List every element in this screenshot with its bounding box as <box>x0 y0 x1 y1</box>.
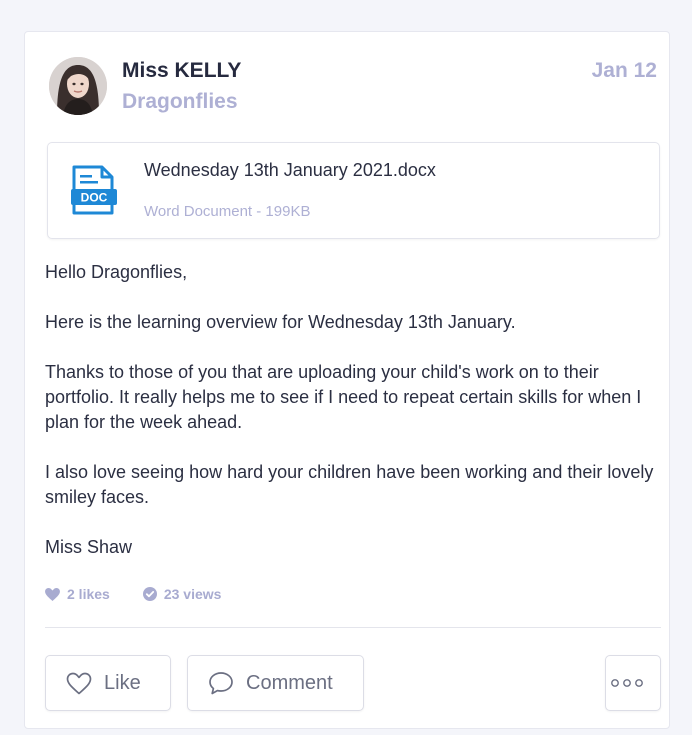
avatar[interactable] <box>49 57 107 115</box>
post-date: Jan 12 <box>591 59 657 82</box>
class-name[interactable]: Dragonflies <box>122 90 238 114</box>
attachment-card[interactable]: DOC Wednesday 13th January 2021.docx Wor… <box>47 142 660 239</box>
more-options-button[interactable] <box>605 655 661 711</box>
post-card: Miss KELLY Dragonflies Jan 12 DOC Wednes… <box>24 31 670 729</box>
post-body: Hello Dragonflies, Here is the learning … <box>45 260 655 585</box>
views-stat: 23 views <box>142 586 222 602</box>
heart-icon <box>45 587 60 601</box>
post-signature: Miss Shaw <box>45 537 133 557</box>
comment-bubble-icon <box>209 671 233 694</box>
attachment-file-name[interactable]: Wednesday 13th January 2021.docx <box>144 160 436 181</box>
views-count: 23 views <box>163 586 222 602</box>
avatar-photo-icon <box>49 57 107 115</box>
attachment-file-meta: Word Document - 199KB <box>144 203 311 220</box>
doc-icon: DOC <box>70 165 120 217</box>
like-label: Like <box>104 671 141 694</box>
comment-label: Comment <box>246 671 333 694</box>
author-name[interactable]: Miss KELLY <box>122 59 241 83</box>
post-paragraph: Thanks to those of you that are uploadin… <box>45 362 642 432</box>
post-paragraph: Here is the learning overview for Wednes… <box>45 312 516 332</box>
ellipsis-icon <box>611 679 643 687</box>
likes-stat[interactable]: 2 likes <box>45 586 110 602</box>
post-paragraph: Hello Dragonflies, <box>45 262 188 282</box>
heart-outline-icon <box>66 672 92 694</box>
post-paragraph: I also love seeing how hard your childre… <box>45 462 654 507</box>
divider <box>45 627 661 628</box>
post-stats: 2 likes 23 views <box>45 586 254 602</box>
svg-text:DOC: DOC <box>81 191 108 205</box>
check-circle-icon <box>142 587 157 601</box>
likes-count: 2 likes <box>67 586 110 602</box>
comment-button[interactable]: Comment <box>187 655 364 711</box>
like-button[interactable]: Like <box>45 655 171 711</box>
